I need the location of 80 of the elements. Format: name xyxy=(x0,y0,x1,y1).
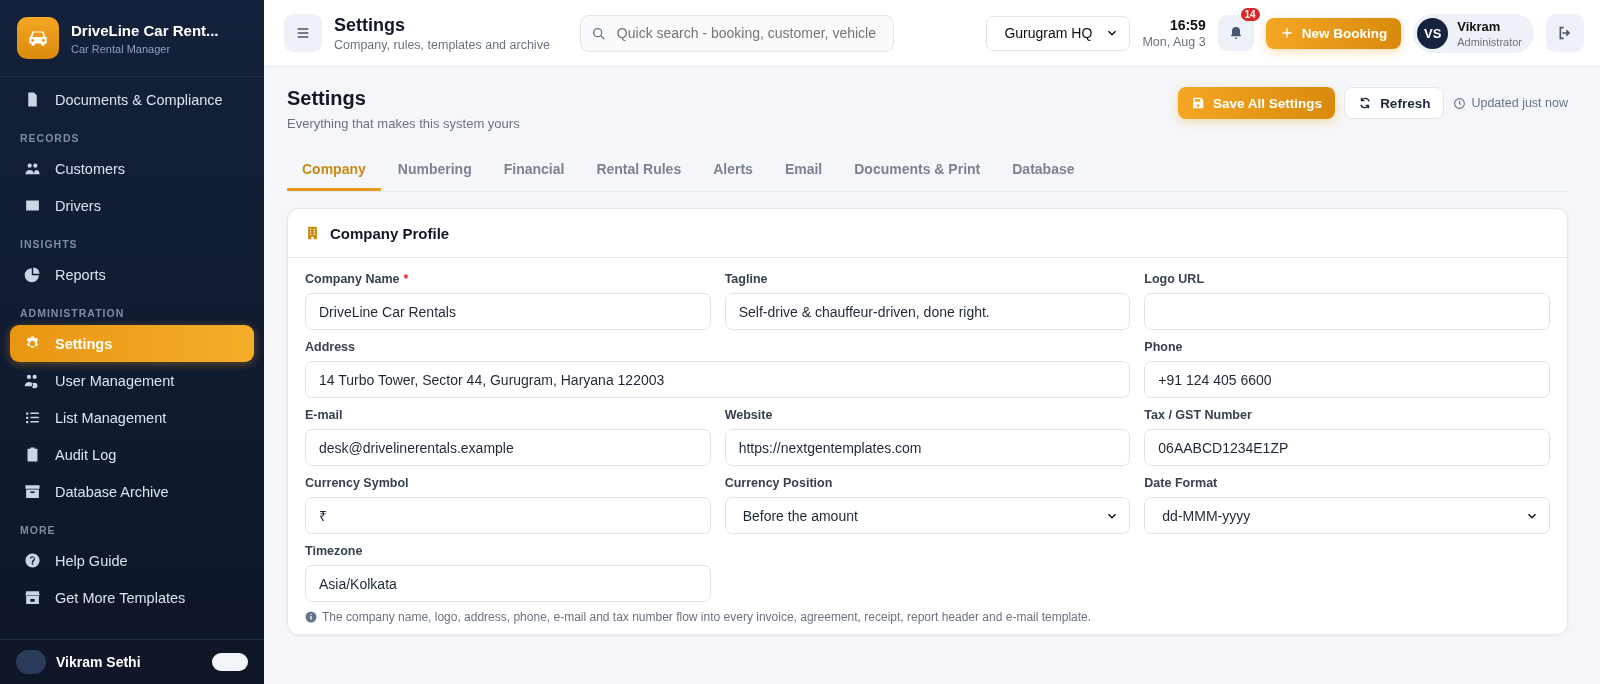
sidebar-item[interactable]: Get More Templates xyxy=(10,579,254,616)
section-heading: MORE xyxy=(19,523,57,538)
save-icon xyxy=(1191,96,1206,110)
card-title: Company Profile xyxy=(330,224,450,242)
sidebar-item[interactable]: Audit Log xyxy=(10,436,254,473)
section-heading: INSIGHTS xyxy=(19,237,79,252)
field-label: Company Name * xyxy=(305,272,410,286)
input-field[interactable]: desk@drivelinerentals.example xyxy=(305,429,711,466)
sidebar-item[interactable]: Reports xyxy=(10,256,254,293)
section-heading: ADMINISTRATION xyxy=(19,306,126,321)
menu-icon xyxy=(295,25,311,41)
app-subtitle: Car Rental Manager xyxy=(71,42,172,55)
tab[interactable]: Email xyxy=(769,149,838,191)
input-field[interactable]: Self-drive & chauffeur-driven, done right. xyxy=(724,293,1131,330)
field-label: Tagline xyxy=(724,272,769,286)
field-label: E-mail xyxy=(305,408,344,422)
updated-status: Updated just now xyxy=(1471,96,1568,110)
sidebar-item[interactable]: Customers xyxy=(10,150,254,187)
user-name: Vikram Sethi xyxy=(56,654,142,670)
app-name: DriveLine Car Rent... xyxy=(71,21,219,39)
sidebar-item[interactable]: Drivers xyxy=(10,187,254,224)
info-icon xyxy=(305,611,317,623)
input-field[interactable]: 06AABCD1234E1ZP xyxy=(1144,429,1550,466)
notification-count: 14 xyxy=(1240,8,1260,21)
field-label: Website xyxy=(724,408,774,422)
tab[interactable]: Documents & Print xyxy=(839,149,996,191)
field-label: Phone xyxy=(1144,340,1184,354)
tab[interactable]: Rental Rules xyxy=(581,149,697,191)
sidebar-item[interactable]: Help Guide xyxy=(10,542,254,579)
logout-button[interactable] xyxy=(1546,14,1584,52)
page-title: Settings xyxy=(287,87,367,110)
sidebar-item[interactable]: Database Archive xyxy=(10,473,254,510)
refresh-icon xyxy=(1358,96,1373,110)
tab[interactable]: Numbering xyxy=(382,149,487,191)
tab[interactable]: Database xyxy=(997,149,1090,191)
footer-button[interactable] xyxy=(212,653,248,671)
info-note: The company name, logo, address, phone, e-mail and tax number flow into every invoice, agreement, receipt, report header and e-mail template. xyxy=(322,610,1092,624)
building-icon xyxy=(305,225,320,241)
header-title: Settings xyxy=(334,14,406,36)
user-name: Vikram xyxy=(1457,18,1502,34)
field-label: Address xyxy=(305,340,357,354)
pie-chart-icon xyxy=(24,266,41,283)
plus-icon xyxy=(1279,26,1294,40)
header-subtitle: Company, rules, templates and archive xyxy=(334,37,550,52)
input-field[interactable]: Asia/Kolkata xyxy=(305,565,711,602)
logout-icon xyxy=(1557,25,1573,41)
input-field[interactable]: https://nextgentemplates.com xyxy=(724,429,1131,466)
field-label: Logo URL xyxy=(1144,272,1206,286)
clock-date: Mon, Aug 3 xyxy=(1142,35,1206,49)
clock-icon xyxy=(1453,96,1467,110)
user-avatar: VS xyxy=(1417,17,1449,49)
field-label: Date Format xyxy=(1144,476,1219,490)
section-heading: RECORDS xyxy=(19,131,81,146)
input-field[interactable]: 14 Turbo Tower, Sector 44, Gurugram, Haryana 122003 xyxy=(305,361,1131,398)
field-label: Tax / GST Number xyxy=(1144,408,1253,422)
input-field[interactable]: DriveLine Car Rentals xyxy=(305,293,711,330)
tab[interactable]: Financial xyxy=(488,149,580,191)
page-subtitle: Everything that makes this system yours xyxy=(287,116,520,131)
select-field[interactable]: Before the amount xyxy=(724,497,1131,534)
sidebar-item[interactable]: User Management xyxy=(10,362,254,399)
clock-time: 16:59 xyxy=(1168,17,1206,33)
refresh-button[interactable]: Refresh xyxy=(1344,87,1445,119)
input-field[interactable]: +91 124 405 6600 xyxy=(1144,361,1550,398)
tab[interactable]: Alerts xyxy=(698,149,768,191)
field-label: Currency Position xyxy=(724,476,834,490)
menu-button[interactable] xyxy=(284,14,322,52)
input-field[interactable] xyxy=(1144,293,1550,330)
field-label: Currency Symbol xyxy=(305,476,410,490)
car-logo-icon xyxy=(17,17,59,59)
search-field[interactable]: Quick search - booking, customer, vehicle xyxy=(579,14,894,52)
branch-select[interactable]: Gurugram HQ xyxy=(986,15,1131,51)
sidebar-item[interactable]: List Management xyxy=(10,399,254,436)
help-icon xyxy=(24,552,41,569)
user-role: Administrator xyxy=(1457,35,1522,48)
select-field[interactable]: dd-MMM-yyyy xyxy=(1144,497,1550,534)
sidebar-item[interactable]: Documents & Compliance xyxy=(10,81,254,118)
archive-box-icon xyxy=(24,483,41,500)
store-icon xyxy=(24,589,41,606)
field-label: Timezone xyxy=(305,544,364,558)
input-field[interactable]: ₹ xyxy=(305,497,711,534)
